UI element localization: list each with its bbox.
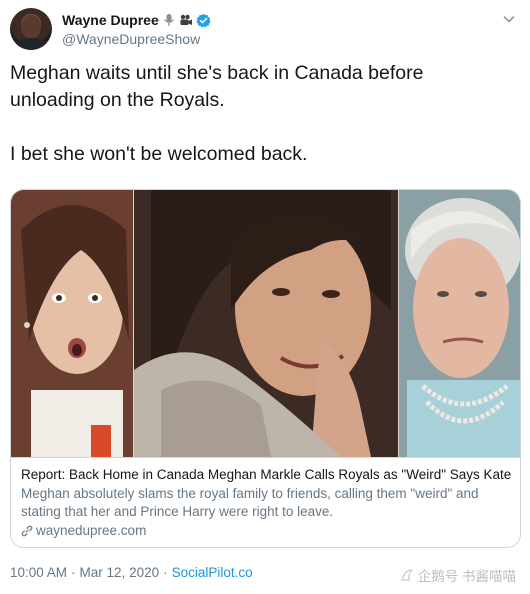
photo-panel-right xyxy=(399,190,520,457)
link-icon xyxy=(21,525,33,537)
meta-separator: · xyxy=(163,565,168,580)
penguin-logo-icon xyxy=(400,569,414,581)
tweet-meta: 10:00 AM · Mar 12, 2020 · SocialPilot.co xyxy=(10,565,253,580)
tweet-header: Wayne Dupree @WayneDupreeShow xyxy=(10,8,520,52)
tweet-source-link[interactable]: SocialPilot.co xyxy=(172,565,253,580)
avatar-shirt xyxy=(14,38,48,50)
card-description: Meghan absolutely slams the royal family… xyxy=(21,486,479,519)
tweet-date[interactable]: Mar 12, 2020 xyxy=(80,565,160,580)
name-row: Wayne Dupree xyxy=(62,10,211,30)
card-domain-row[interactable]: waynedupree.com xyxy=(21,522,512,540)
watermark: 企鹅号 书酱喵喵 xyxy=(400,565,516,585)
card-domain[interactable]: waynedupree.com xyxy=(36,522,146,540)
chevron-down-icon[interactable] xyxy=(502,12,516,26)
verified-icon xyxy=(196,13,211,28)
tweet-text: Meghan waits until she's back in Canada … xyxy=(10,60,510,168)
photo-panel-middle xyxy=(134,190,398,457)
tweet-time[interactable]: 10:00 AM xyxy=(10,565,67,580)
video-camera-icon xyxy=(180,14,192,25)
card-title[interactable]: Report: Back Home in Canada Meghan Markl… xyxy=(21,466,512,484)
photo-panel-left xyxy=(11,190,133,457)
microphone-icon xyxy=(163,14,174,26)
tweet-line-1: Meghan waits until she's back in Canada … xyxy=(10,62,424,111)
avatar-face xyxy=(21,15,41,39)
card-photo-collage xyxy=(11,190,520,457)
meta-separator: · xyxy=(71,565,76,580)
card-info[interactable]: Report: Back Home in Canada Meghan Markl… xyxy=(11,457,520,547)
card-image[interactable] xyxy=(11,190,520,457)
avatar[interactable] xyxy=(10,8,52,50)
author-handle[interactable]: @WayneDupreeShow xyxy=(62,31,200,47)
tweet-line-2: I bet she won't be welcomed back. xyxy=(10,143,308,165)
watermark-text: 企鹅号 书酱喵喵 xyxy=(417,569,516,584)
link-card[interactable]: Report: Back Home in Canada Meghan Markl… xyxy=(10,189,521,548)
author-name[interactable]: Wayne Dupree xyxy=(62,12,159,28)
